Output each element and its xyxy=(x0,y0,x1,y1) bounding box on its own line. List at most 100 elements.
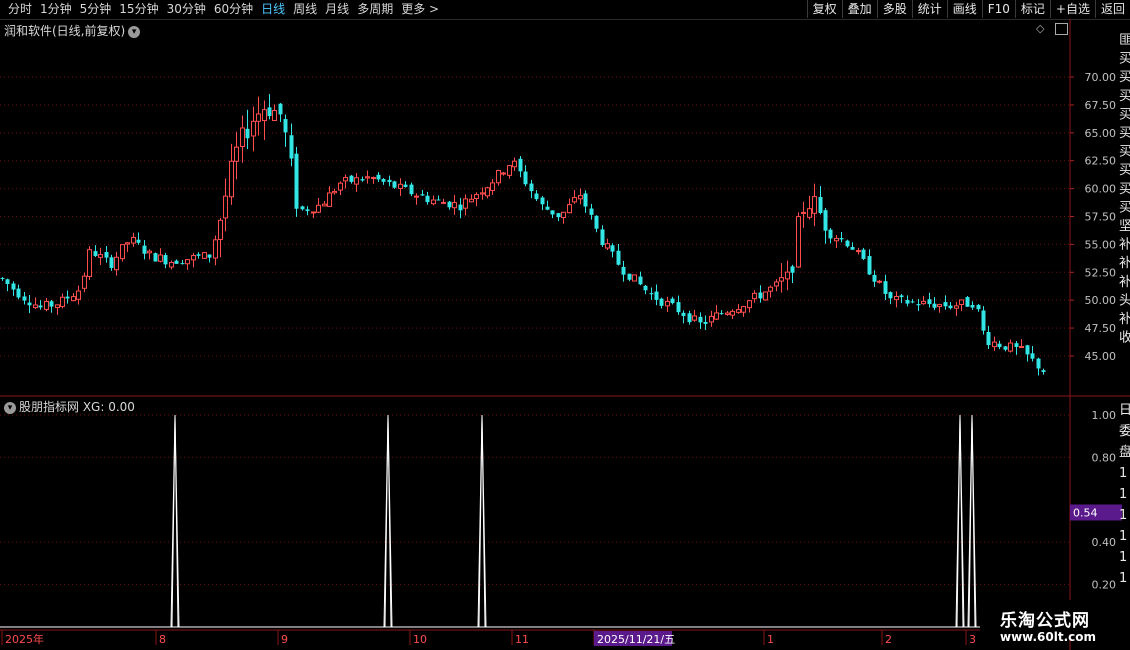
strip-glyph: 买 xyxy=(1119,145,1130,160)
candle-body xyxy=(621,266,626,275)
candle-body xyxy=(180,263,185,265)
tab-8[interactable]: 月线 xyxy=(321,1,353,18)
toolbar-button-2[interactable]: 多股 xyxy=(876,0,912,18)
candle-body xyxy=(283,119,288,133)
candle-body xyxy=(71,296,76,302)
tab-3[interactable]: 15分钟 xyxy=(115,1,162,18)
chevron-down-icon[interactable]: ▾ xyxy=(128,25,141,38)
x-tick-label: 2025/11/21/五 xyxy=(597,633,675,646)
candle-body xyxy=(986,331,991,346)
candle-body xyxy=(894,295,899,301)
candle-body xyxy=(376,174,381,180)
y-tick-label: 65.00 xyxy=(1085,127,1117,140)
tab-5[interactable]: 60分钟 xyxy=(210,1,257,18)
candle-body xyxy=(910,301,915,303)
candle-body xyxy=(730,310,735,316)
candle-body xyxy=(485,187,490,197)
candle-body xyxy=(305,209,310,212)
toolbar-button-1[interactable]: 叠加 xyxy=(841,0,877,18)
candle-body xyxy=(714,312,719,320)
tab-1[interactable]: 1分钟 xyxy=(36,1,76,18)
candle-body xyxy=(392,181,397,188)
toolbar-button-0[interactable]: 复权 xyxy=(806,0,842,18)
candle-body xyxy=(747,300,752,309)
chart-grid xyxy=(0,19,1130,650)
candle-body xyxy=(659,298,664,306)
tab-4[interactable]: 30分钟 xyxy=(163,1,210,18)
toolbar-button-5[interactable]: F10 xyxy=(981,0,1015,18)
toolbar-button-8[interactable]: 返回 xyxy=(1094,0,1130,18)
candle-body xyxy=(507,165,512,176)
x-tick-label: 3 xyxy=(969,633,976,646)
candle-body xyxy=(600,229,605,246)
candle-body xyxy=(207,254,212,258)
strip-glyph: 补 xyxy=(1119,256,1130,271)
candle-body xyxy=(665,300,670,307)
strip-glyph: 补 xyxy=(1119,238,1130,253)
candle-body xyxy=(65,296,70,299)
toolbar-button-7[interactable]: +自选 xyxy=(1049,0,1095,18)
candle-body xyxy=(523,171,528,185)
strip-glyph: 匪 xyxy=(1119,33,1130,48)
tab-6[interactable]: 日线 xyxy=(257,1,289,18)
strip-glyph: 1 xyxy=(1119,508,1127,523)
candle-body xyxy=(33,304,38,309)
candle-body xyxy=(572,197,577,203)
candle-body xyxy=(850,246,855,250)
candle-body xyxy=(196,254,201,256)
strip-glyph: 补 xyxy=(1119,275,1130,290)
candle-body xyxy=(142,245,147,254)
tab-0[interactable]: 分时 xyxy=(4,1,36,18)
signal-spike xyxy=(167,414,183,628)
candle-body xyxy=(458,204,463,211)
toolbar-button-3[interactable]: 统计 xyxy=(911,0,947,18)
candle-body xyxy=(55,304,60,308)
candle-body xyxy=(1025,345,1030,355)
tab-9[interactable]: 多周期 xyxy=(353,1,397,18)
main-chart-title: 润和软件(日线,前复权) xyxy=(4,24,126,38)
candle-body xyxy=(845,240,850,247)
signal-spike-inner xyxy=(171,414,179,628)
x-tick-label: 11 xyxy=(515,633,529,646)
candle-body xyxy=(174,260,179,264)
candle-body xyxy=(741,306,746,313)
candle-body xyxy=(752,292,757,300)
candle-body xyxy=(670,298,675,304)
candle-body xyxy=(698,316,703,323)
kline-chart: 70.00 67.50 65.00 62.50 60.00 57.50 55.00 52.50… xyxy=(0,19,1130,650)
candle-body xyxy=(867,256,872,275)
signal-spike-inner xyxy=(968,414,976,628)
candle-body xyxy=(213,239,218,259)
toolbar-button-4[interactable]: 画线 xyxy=(946,0,982,18)
candle-body xyxy=(589,208,594,215)
candle-body xyxy=(948,305,953,309)
strip-glyph: 买 xyxy=(1119,107,1130,122)
candle-body xyxy=(763,291,768,301)
candle-body xyxy=(877,280,882,283)
candle-body xyxy=(425,195,430,203)
diamond-icon[interactable]: ◇ xyxy=(1036,22,1044,35)
candle-body xyxy=(899,295,904,298)
candle-body xyxy=(218,219,223,240)
panel-layout-icon[interactable] xyxy=(1055,23,1068,35)
candle-body xyxy=(834,237,839,242)
strip-glyph: 1 xyxy=(1119,466,1127,481)
strip-glyph: 买 xyxy=(1119,89,1130,104)
candle-body xyxy=(719,313,724,315)
strip-glyph: 1 xyxy=(1119,550,1127,565)
candle-body xyxy=(954,305,959,309)
chevron-down-icon[interactable]: ▾ xyxy=(4,401,16,414)
candle-body xyxy=(1041,370,1046,372)
toolbar-button-6[interactable]: 标记 xyxy=(1014,0,1050,18)
strip-glyph: 买 xyxy=(1119,52,1130,67)
candle-body xyxy=(16,288,21,298)
tab-2[interactable]: 5分钟 xyxy=(76,1,116,18)
main-chart-title-row: 润和软件(日线,前复权) ▾ xyxy=(4,22,141,39)
candle-body xyxy=(976,304,981,310)
x-tick-label: 8 xyxy=(159,633,166,646)
strip-glyph: 头 xyxy=(1119,293,1130,308)
strip-glyph: 1 xyxy=(1119,487,1127,502)
tab-10[interactable]: 更多 > xyxy=(397,1,443,18)
tab-7[interactable]: 周线 xyxy=(289,1,321,18)
candle-body xyxy=(147,250,152,254)
